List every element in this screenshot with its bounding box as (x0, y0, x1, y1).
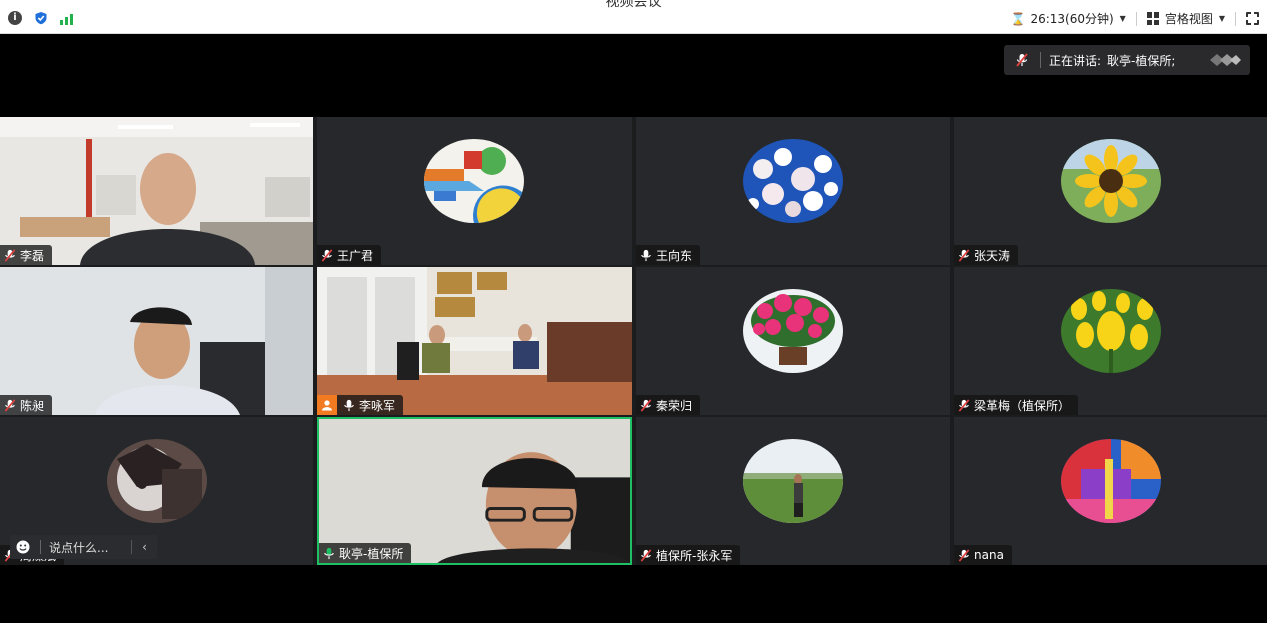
participant-tile[interactable]: 王广君 (317, 117, 632, 265)
top-bar-controls: ⌛ 26:13(60分钟) ▼ 宫格视图 ▼ (1010, 10, 1259, 27)
participant-name: nana (974, 548, 1004, 562)
participant-name-tag: 植保所-张永军 (636, 545, 741, 565)
participant-name: 王向东 (656, 248, 693, 263)
participant-name: 陈昶 (20, 398, 45, 413)
chat-placeholder[interactable]: 说点什么... (49, 539, 108, 556)
participant-name: 耿亭-植保所 (339, 546, 404, 561)
participant-name-tag: 秦荣归 (636, 395, 701, 415)
view-mode-button[interactable]: 宫格视图 (1165, 10, 1213, 27)
participant-tile[interactable]: 张天涛 (954, 117, 1267, 265)
timer-dropdown-icon[interactable]: ▼ (1120, 14, 1126, 23)
video-feed (0, 117, 313, 265)
signal-icon[interactable] (60, 11, 74, 25)
video-feed (317, 267, 632, 415)
participant-avatar (1061, 139, 1161, 223)
participant-avatar (743, 439, 843, 523)
participant-name-tag: 张天涛 (954, 245, 1019, 265)
participant-avatar (1061, 439, 1161, 523)
host-icon (317, 395, 337, 415)
mic-muted-icon (321, 248, 333, 262)
mic-muted-icon (4, 398, 16, 412)
participant-avatar (107, 439, 207, 523)
collapse-icon[interactable] (1208, 53, 1242, 67)
divider (40, 540, 41, 554)
participant-name: 梁革梅（植保所） (974, 398, 1071, 413)
participant-avatar (1061, 289, 1161, 373)
participant-name-tag: 梁革梅（植保所） (954, 395, 1079, 415)
participant-tile[interactable]: 李咏军 (317, 267, 632, 415)
mic-active-icon (324, 547, 334, 559)
top-bar: 视频会议 i ⌛ 26:13(60分钟) ▼ 宫格视图 ▼ (0, 0, 1267, 34)
mic-icon (344, 399, 354, 411)
view-dropdown-icon[interactable]: ▼ (1219, 14, 1225, 23)
participant-tile[interactable]: 王向东 (636, 117, 950, 265)
participant-name: 秦荣归 (656, 398, 693, 413)
meeting-timer: 26:13(60分钟) (1030, 12, 1114, 26)
video-feed (319, 419, 630, 563)
mic-muted-icon (958, 548, 970, 562)
participant-name-tag: 王向东 (636, 245, 701, 265)
participant-tile-active-speaker[interactable]: 耿亭-植保所 (317, 417, 632, 565)
mic-muted-icon (1016, 53, 1028, 67)
participant-tile[interactable]: 植保所-张永军 (636, 417, 950, 565)
participant-tile[interactable]: 陈昶 (0, 267, 313, 415)
mic-muted-icon (958, 398, 970, 412)
divider (1040, 52, 1041, 68)
mic-icon (641, 249, 651, 261)
hourglass-icon: ⌛ (1010, 11, 1026, 26)
participant-name-tag: 李磊 (0, 245, 53, 265)
chevron-left-icon[interactable]: ‹ (131, 540, 157, 554)
mic-muted-icon (640, 548, 652, 562)
participant-name-tag: 陈昶 (0, 395, 53, 415)
participant-tile[interactable]: 秦荣归 (636, 267, 950, 415)
participant-avatar (424, 139, 524, 223)
info-icon[interactable]: i (8, 11, 22, 25)
mic-muted-icon (958, 248, 970, 262)
mic-muted-icon (640, 398, 652, 412)
speaking-name: 耿亭-植保所; (1107, 53, 1176, 68)
participant-name-tag: 王广君 (317, 245, 382, 265)
status-icons: i (8, 11, 74, 25)
video-feed (0, 267, 313, 415)
participant-name: 张天涛 (974, 248, 1011, 263)
speaking-label: 正在讲话: (1049, 53, 1102, 68)
participant-name-tag: nana (954, 545, 1012, 565)
divider (1235, 11, 1236, 26)
participant-name-tag: 耿亭-植保所 (319, 543, 412, 563)
emoji-icon[interactable] (10, 540, 36, 554)
meeting-window: 视频会议 i ⌛ 26:13(60分钟) ▼ 宫格视图 ▼ 正在讲话: 耿亭-植… (0, 0, 1267, 623)
participant-name-tag: 李咏军 (317, 395, 404, 415)
participant-tile[interactable]: 梁革梅（植保所） (954, 267, 1267, 415)
speaking-indicator: 正在讲话: 耿亭-植保所; (1004, 45, 1250, 75)
participant-avatar (743, 289, 843, 373)
divider (1135, 11, 1137, 26)
participant-name: 李磊 (20, 248, 45, 263)
participant-name: 植保所-张永军 (656, 548, 733, 563)
chat-input-bar[interactable]: 说点什么... ‹ (10, 535, 157, 559)
shield-icon[interactable] (34, 11, 48, 25)
participant-name: 李咏军 (359, 398, 396, 413)
participant-tile[interactable]: nana (954, 417, 1267, 565)
participant-tile[interactable]: 李磊 (0, 117, 313, 265)
mic-muted-icon (4, 248, 16, 262)
grid-view-icon (1146, 12, 1160, 25)
participant-name: 王广君 (337, 248, 374, 263)
fullscreen-icon[interactable] (1246, 12, 1259, 25)
participant-avatar (743, 139, 843, 223)
participant-grid: 李磊 王广君 王向东 张天涛 陈昶 李咏军 秦荣归 梁革梅（植保所） 耿亭-植保… (0, 117, 1267, 565)
